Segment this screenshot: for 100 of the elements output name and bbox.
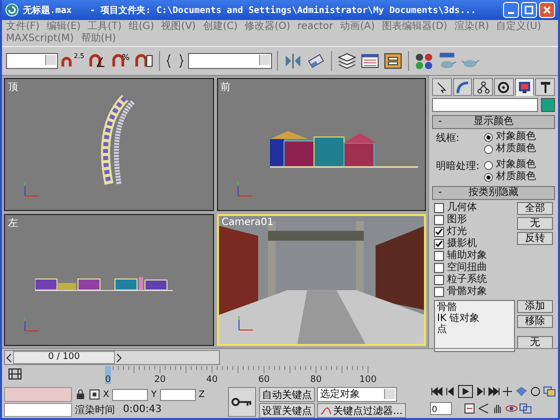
- radio-button[interactable]: [484, 144, 493, 154]
- render-scene-icon[interactable]: [437, 51, 457, 71]
- next-frame-icon[interactable]: [115, 352, 123, 362]
- selection-filter-dropdown[interactable]: [6, 53, 58, 69]
- category-checkbox[interactable]: 辅助对象: [434, 250, 515, 262]
- category-checkbox[interactable]: 空间扭曲: [434, 262, 515, 274]
- option-label: 线框:: [436, 132, 460, 146]
- panel-button[interactable]: 添加: [517, 300, 553, 313]
- radio-option[interactable]: 材质颜色: [484, 143, 536, 155]
- checkbox[interactable]: [434, 287, 444, 297]
- current-frame-field[interactable]: 0: [430, 402, 452, 415]
- schematic-view-icon[interactable]: [383, 51, 403, 71]
- go-to-end-icon[interactable]: [488, 386, 500, 397]
- play-icon[interactable]: [458, 385, 473, 398]
- radio-button[interactable]: [484, 132, 493, 142]
- curve-icon: [320, 406, 332, 416]
- modify-tab[interactable]: [452, 78, 472, 96]
- radio-button[interactable]: [484, 160, 493, 170]
- object-color-swatch[interactable]: [541, 98, 555, 112]
- hierarchy-icon: [476, 80, 490, 94]
- hierarchy-tab[interactable]: [473, 78, 494, 96]
- category-checkbox[interactable]: 摄影机: [434, 238, 515, 250]
- curved-band-icon: [456, 80, 469, 94]
- track-bar-icon[interactable]: [8, 368, 22, 380]
- rollout-title: 显示颜色: [472, 116, 514, 128]
- checkbox[interactable]: [434, 251, 444, 261]
- named-selection-icon[interactable]: [165, 51, 185, 71]
- time-slider-thumb[interactable]: 0 / 100: [13, 351, 115, 364]
- checkbox[interactable]: [434, 215, 444, 225]
- maxscript-input-field[interactable]: [4, 402, 72, 417]
- list-item[interactable]: 骨骼: [437, 302, 512, 313]
- field-of-view-icon[interactable]: [477, 403, 490, 414]
- close-icon: [542, 5, 552, 15]
- named-selection-dropdown[interactable]: [188, 53, 272, 69]
- key-selection-dropdown[interactable]: 选定对象: [317, 387, 397, 402]
- list-item[interactable]: 点: [437, 324, 512, 335]
- option-label: 明暗处理:: [436, 160, 480, 174]
- create-tab[interactable]: [432, 78, 452, 96]
- time-slider[interactable]: 0 / 100: [4, 350, 220, 365]
- y-coordinate-field[interactable]: [160, 388, 196, 400]
- curve-editor-icon[interactable]: [360, 51, 380, 71]
- coordinate-label: Y: [151, 390, 157, 400]
- checkbox[interactable]: [434, 263, 444, 273]
- x-coordinate-field[interactable]: [112, 388, 148, 400]
- close-button[interactable]: [539, 2, 555, 18]
- list-item[interactable]: IK 链对象: [437, 313, 512, 324]
- radio-option[interactable]: 对象颜色: [484, 131, 536, 143]
- object-name-field[interactable]: [432, 98, 538, 112]
- collapse-mark: -: [437, 187, 443, 199]
- viewport[interactable]: 左: [4, 214, 214, 346]
- radio-button[interactable]: [484, 172, 493, 182]
- coordinate-label: Z: [198, 390, 205, 400]
- category-checkbox[interactable]: 图形: [434, 214, 515, 226]
- viewport[interactable]: 前: [216, 78, 426, 210]
- minimize-icon: [508, 12, 514, 14]
- coordinate-label: X: [103, 390, 110, 400]
- set-key-button[interactable]: [228, 387, 256, 417]
- checkbox[interactable]: [434, 239, 444, 249]
- align-icon[interactable]: [306, 51, 326, 71]
- viewport[interactable]: 顶: [4, 78, 214, 210]
- panel-button[interactable]: 反转: [517, 232, 553, 245]
- min-max-toggle-icon[interactable]: [519, 403, 532, 414]
- category-checkbox[interactable]: 灯光: [434, 226, 515, 238]
- panel-button[interactable]: 全部: [517, 202, 553, 215]
- layers-icon[interactable]: [337, 51, 357, 71]
- panel-button[interactable]: 无: [517, 336, 553, 349]
- lock-icon[interactable]: [75, 389, 86, 400]
- utilities-tab[interactable]: [535, 78, 556, 96]
- material-editor-icon[interactable]: [414, 51, 434, 71]
- set-key-mode-button[interactable]: 设置关键点: [259, 403, 315, 418]
- checkbox[interactable]: [434, 203, 444, 213]
- rollout-header[interactable]: - 显示颜色: [432, 115, 555, 129]
- maximize-button[interactable]: [521, 2, 537, 18]
- track-bar[interactable]: 0 20 40 60 80 100: [28, 366, 428, 386]
- rollout-title: 按类别隐藏: [468, 187, 520, 199]
- motion-tab[interactable]: [494, 78, 514, 96]
- category-checkbox[interactable]: 粒子系统: [434, 274, 515, 286]
- maximize-viewport-icon[interactable]: [543, 386, 556, 397]
- go-to-start-icon[interactable]: [430, 386, 443, 397]
- category-checkbox[interactable]: 几何体: [434, 202, 515, 214]
- display-tab[interactable]: [514, 78, 534, 96]
- checkbox[interactable]: [434, 227, 444, 237]
- category-checkbox[interactable]: 骨骼对象: [434, 286, 515, 298]
- category-list[interactable]: 骨骼 IK 链对象 点: [434, 300, 515, 352]
- wheel-icon: [497, 80, 510, 94]
- auto-key-button[interactable]: 自动关键点: [259, 387, 315, 402]
- radio-option[interactable]: 对象颜色: [484, 159, 536, 171]
- maxscript-listener-field[interactable]: [4, 387, 72, 402]
- minimize-button[interactable]: [503, 2, 519, 18]
- mirror-icon[interactable]: [283, 51, 303, 71]
- checkbox[interactable]: [434, 275, 444, 285]
- time-config-icon[interactable]: [463, 403, 476, 414]
- previous-frame-icon[interactable]: [5, 352, 13, 362]
- panel-button[interactable]: 无: [517, 217, 553, 230]
- viewport-label: 前: [220, 81, 230, 94]
- radio-option[interactable]: 材质颜色: [484, 171, 536, 183]
- absolute-mode-icon[interactable]: [89, 389, 100, 400]
- panel-button[interactable]: 移除: [517, 315, 553, 328]
- key-filters-button[interactable]: 关键点过滤器...: [317, 403, 406, 418]
- rollout-header[interactable]: - 按类别隐藏: [432, 186, 555, 200]
